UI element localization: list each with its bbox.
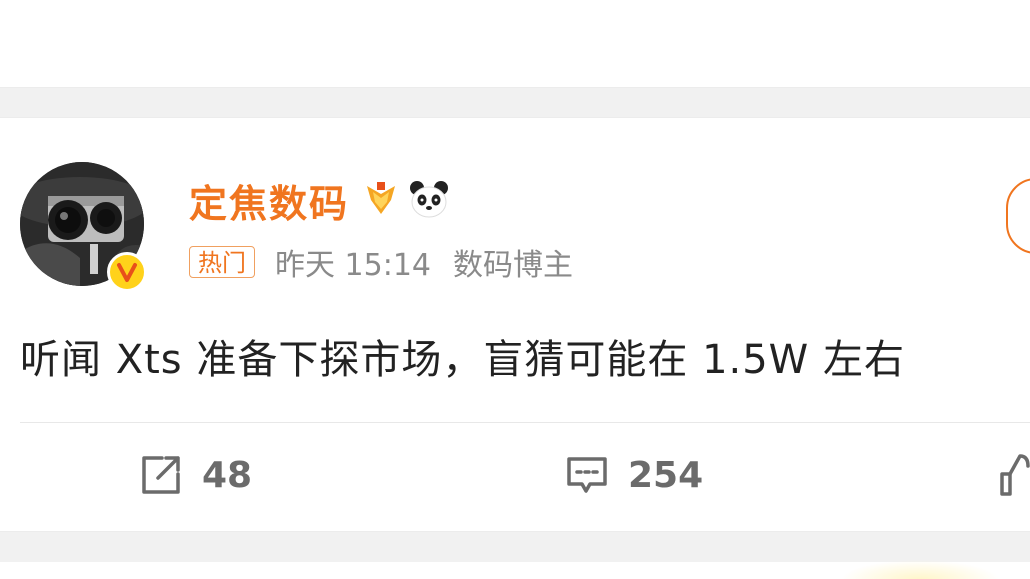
repost-count: 48 [202, 454, 253, 496]
comment-icon [567, 457, 607, 493]
meta-row: 热门 昨天 15:14 数码博主 [189, 242, 573, 283]
post-card[interactable]: 定焦数码 热门 昨天 15:14 数码博主 听闻 Xts 准备下探市场，盲猜可能… [0, 118, 1030, 531]
post-text[interactable]: 听闻 Xts 准备下探市场，盲猜可能在 1.5W 左右 [20, 327, 1020, 385]
verified-v-icon [107, 252, 147, 292]
panda-icon[interactable] [407, 178, 451, 222]
weibo-feed: 定焦数码 热门 昨天 15:14 数码博主 听闻 Xts 准备下探市场，盲猜可能… [0, 0, 1030, 579]
top-blank-area [0, 0, 1030, 87]
like-button[interactable] [1000, 448, 1030, 502]
repost-icon [142, 456, 180, 494]
comment-button[interactable]: 254 [566, 448, 703, 502]
hot-badge[interactable]: 热门 [189, 246, 255, 278]
name-row: 定焦数码 [189, 176, 451, 226]
repost-button[interactable]: 48 [140, 448, 252, 502]
feed-separator [0, 531, 1030, 562]
username[interactable]: 定焦数码 [189, 173, 349, 228]
feed-separator [0, 87, 1030, 118]
post-time: 昨天 15:14 [275, 248, 431, 283]
medal-icon[interactable] [361, 180, 401, 220]
comment-count: 254 [628, 454, 704, 496]
like-icon [1000, 454, 1030, 496]
action-divider [20, 422, 1030, 423]
user-tag: 数码博主 [453, 248, 573, 283]
follow-button[interactable] [1006, 178, 1030, 254]
